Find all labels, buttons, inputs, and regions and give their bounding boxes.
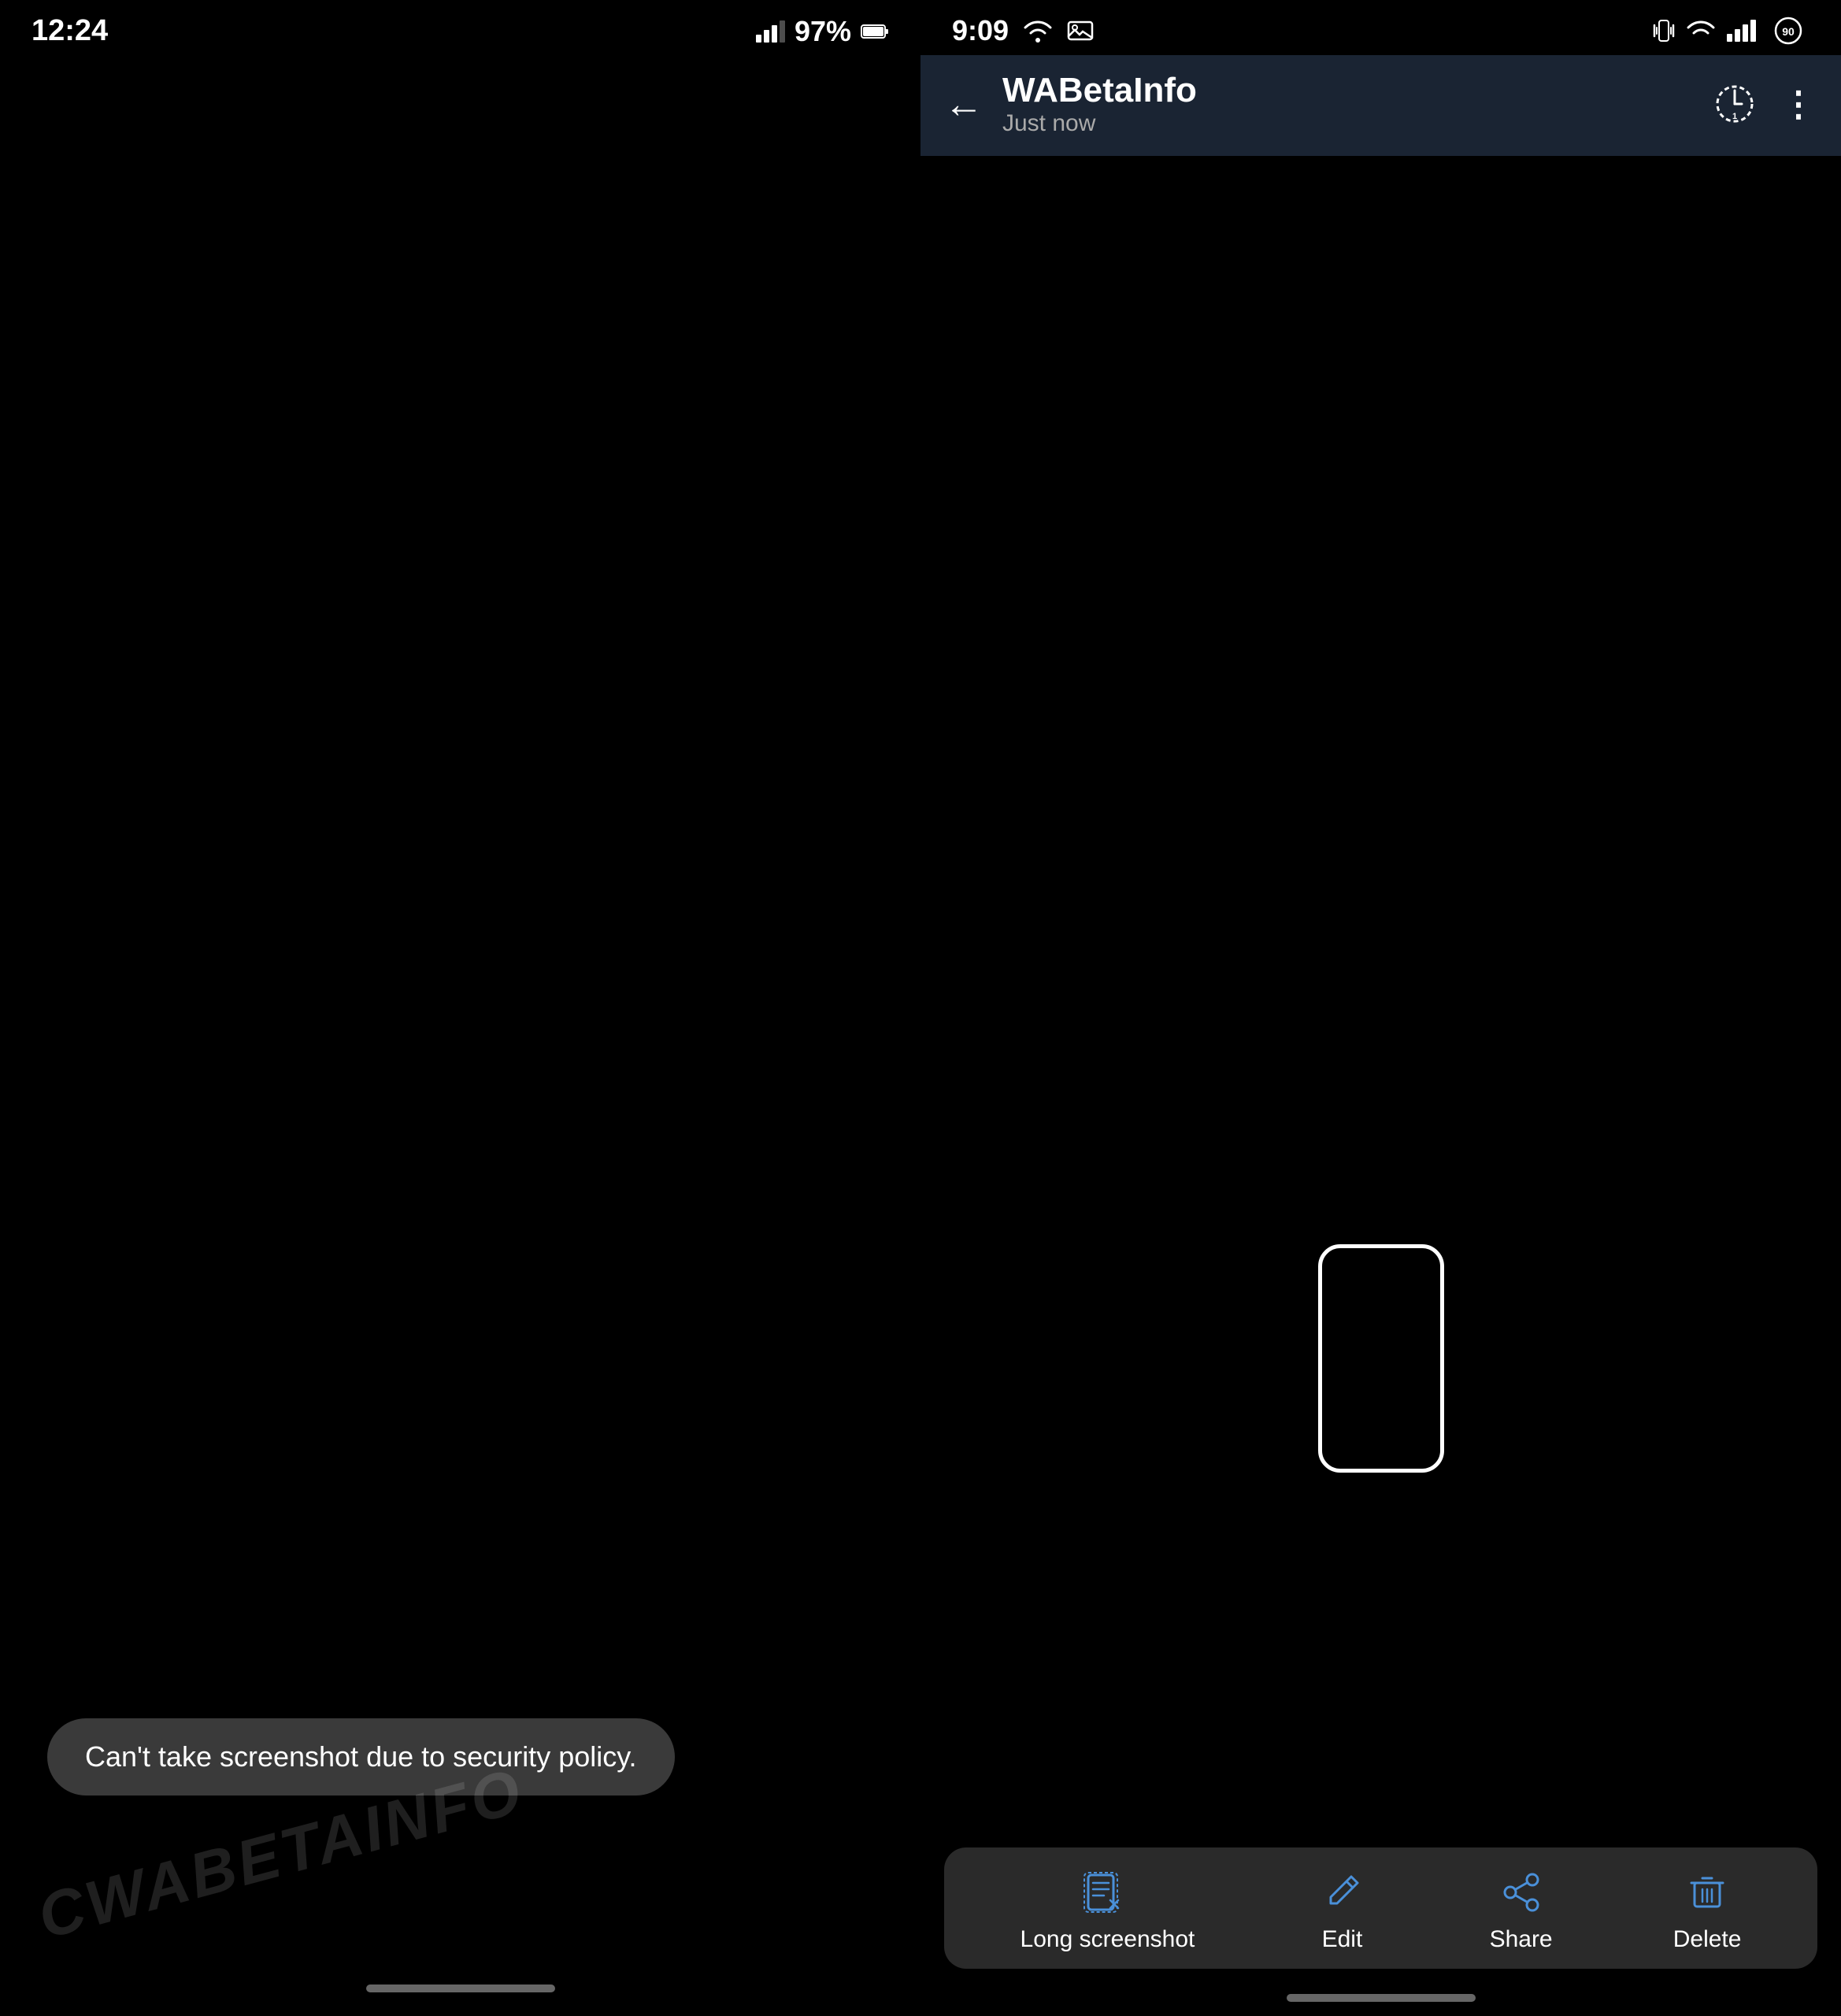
left-screen: 12:24 97% Can't take screenshot due to s… (0, 0, 920, 2016)
contact-name: WABetaInfo (1002, 71, 1197, 110)
share-button[interactable]: Share (1490, 1870, 1553, 1953)
share-icon (1495, 1870, 1548, 1915)
left-status-icons: 97% (756, 15, 889, 48)
contact-info: WABetaInfo Just now (1002, 71, 1197, 137)
battery-text: 97% (795, 15, 851, 48)
svg-text:90: 90 (1782, 25, 1795, 38)
image-icon (1067, 19, 1094, 43)
wa-header-right: 1 ⋮ (1713, 83, 1817, 125)
right-home-indicator (1287, 1994, 1476, 2002)
more-options-button[interactable]: ⋮ (1781, 84, 1817, 124)
battery-circle-icon: 90 (1767, 17, 1810, 45)
delete-label: Delete (1673, 1926, 1742, 1953)
long-screenshot-label: Long screenshot (1021, 1926, 1195, 1953)
wa-header-left: ← WABetaInfo Just now (944, 71, 1197, 137)
signal-icon (756, 20, 785, 43)
vibrate-icon (1653, 17, 1675, 44)
home-indicator (366, 1984, 555, 1992)
edit-icon (1315, 1870, 1369, 1915)
delete-button[interactable]: Delete (1673, 1870, 1742, 1953)
long-screenshot-icon (1080, 1870, 1134, 1915)
delete-icon (1680, 1870, 1734, 1915)
phone-outline-icon (1318, 1244, 1444, 1473)
left-status-bar: 12:24 97% (0, 0, 920, 56)
screenshot-toolbar: Long screenshot Edit (944, 1847, 1817, 1969)
right-time: 9:09 (952, 14, 1009, 47)
back-button[interactable]: ← (944, 81, 983, 127)
right-status-right: 90 (1653, 17, 1810, 45)
left-time: 12:24 (31, 14, 108, 48)
wa-header: ← WABetaInfo Just now 1 ⋮ (920, 55, 1841, 156)
right-status-bar: 9:09 (920, 0, 1841, 55)
share-label: Share (1490, 1926, 1553, 1953)
right-signal-icon (1727, 20, 1756, 42)
wifi-icon (1023, 19, 1053, 43)
contact-status: Just now (1002, 110, 1197, 137)
timer-icon[interactable]: 1 (1713, 83, 1756, 125)
edit-label: Edit (1322, 1926, 1363, 1953)
battery-icon (861, 23, 889, 40)
wifi-filled-icon (1686, 19, 1716, 43)
long-screenshot-button[interactable]: Long screenshot (1021, 1870, 1195, 1953)
edit-button[interactable]: Edit (1315, 1870, 1369, 1953)
screenshot-preview (1318, 1244, 1444, 1473)
right-screen: 9:09 (920, 0, 1841, 2016)
toast-message: Can't take screenshot due to security po… (47, 1718, 675, 1796)
svg-text:1: 1 (1732, 112, 1737, 121)
right-status-left: 9:09 (952, 14, 1094, 47)
